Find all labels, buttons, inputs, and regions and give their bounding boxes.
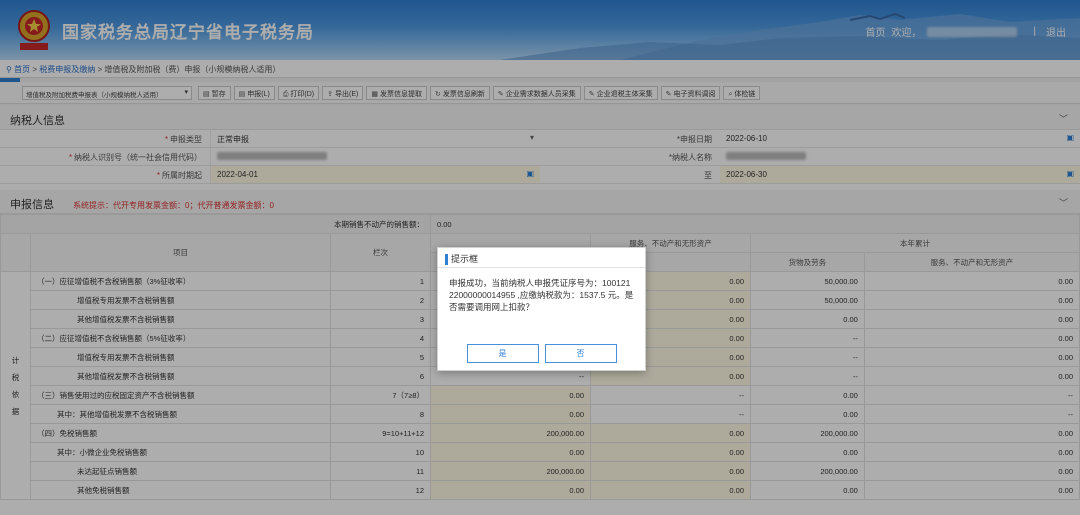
yes-button[interactable]: 是 (466, 344, 539, 363)
dialog-accent-bar (445, 254, 448, 266)
dialog-message: 申报成功，当前纳税人申报凭证序号为：10012122000000014955 ,… (449, 278, 634, 312)
dialog-buttons: 是 否 (438, 344, 645, 363)
dialog-title: 提示框 (451, 254, 479, 264)
confirm-dialog: 提示框 申报成功，当前纳税人申报凭证序号为：100121220000000149… (437, 247, 646, 371)
dialog-header: 提示框 (438, 248, 645, 268)
no-button[interactable]: 否 (544, 344, 617, 363)
